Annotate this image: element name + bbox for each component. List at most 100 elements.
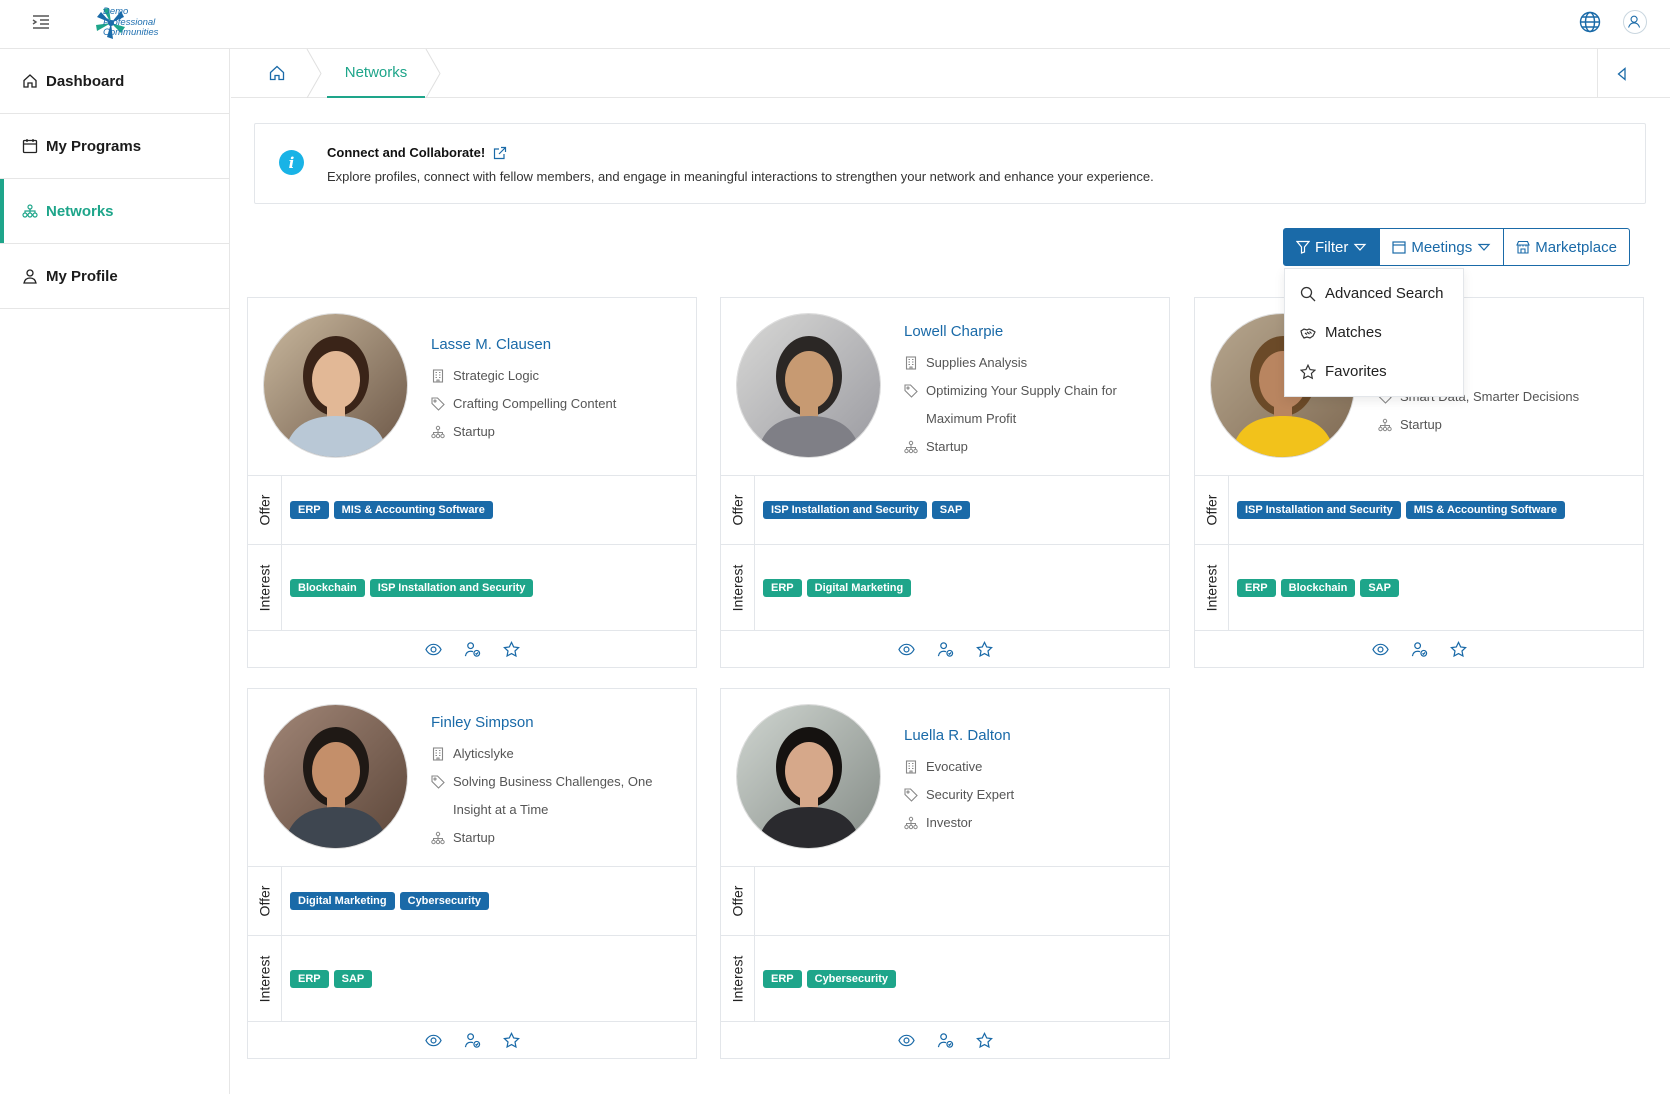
interest-row: Interest Blockchain ISP Installation and S…: [248, 545, 696, 631]
user-icon: [23, 269, 37, 284]
sidebar-item-dashboard[interactable]: Dashboard: [0, 49, 229, 114]
favorite-star-icon[interactable]: [975, 640, 993, 658]
view-profile-icon[interactable]: [897, 1032, 915, 1049]
logo-line-1: Demo: [103, 6, 129, 17]
offer-label: Offer: [721, 476, 755, 544]
member-name[interactable]: Lowell Charpie: [904, 323, 1149, 340]
favorite-star-icon[interactable]: [502, 1031, 520, 1049]
view-profile-icon[interactable]: [1371, 641, 1389, 658]
connect-user-icon[interactable]: [937, 641, 954, 658]
user-avatar-button[interactable]: [1623, 10, 1647, 34]
offer-label-text: Offer: [729, 885, 746, 917]
menu-item-matches[interactable]: Matches: [1285, 313, 1463, 352]
offer-label: Offer: [721, 867, 755, 935]
menu-item-label: Favorites: [1325, 363, 1387, 380]
interest-label: Interest: [248, 936, 282, 1021]
network-icon: [904, 440, 918, 454]
offer-row: Offer ERP MIS & Accounting Software: [248, 476, 696, 545]
offer-tags: ISP Installation and Security SAP: [755, 476, 1169, 544]
card-header: Lowell Charpie Supplies Analysis Optimizin…: [721, 298, 1169, 476]
tag-icon: [904, 788, 918, 802]
calendar-icon: [1392, 241, 1406, 254]
sidebar-item-my-profile[interactable]: My Profile: [0, 244, 229, 309]
sidebar-item-label: My Programs: [46, 137, 142, 155]
offer-tags: Digital Marketing Cybersecurity: [282, 867, 696, 935]
view-profile-icon[interactable]: [424, 641, 442, 658]
profile-photo: [264, 314, 407, 457]
avatar[interactable]: [264, 705, 407, 848]
interest-tag: ISP Installation and Security: [369, 578, 534, 597]
avatar[interactable]: [737, 705, 880, 848]
home-icon[interactable]: [268, 64, 286, 82]
interest-tag: ERP: [763, 578, 802, 597]
interest-label: Interest: [248, 545, 282, 630]
avatar[interactable]: [264, 314, 407, 457]
collapse-panel-button[interactable]: [1597, 49, 1645, 98]
company: Alyticslyke: [431, 740, 676, 768]
interest-tag: Blockchain: [1280, 578, 1356, 597]
external-link-icon[interactable]: [493, 146, 507, 160]
network-card: Luella R. Dalton Evocative Security Expert…: [720, 688, 1170, 1059]
offer-tag: MIS & Accounting Software: [1405, 501, 1565, 519]
marketplace-button-label: Marketplace: [1535, 238, 1617, 256]
interest-tag: ERP: [1237, 578, 1276, 597]
connect-user-icon[interactable]: [464, 641, 481, 658]
avatar[interactable]: [737, 314, 880, 457]
meetings-button-label: Meetings: [1411, 238, 1473, 256]
meetings-button[interactable]: Meetings: [1380, 228, 1505, 266]
building-icon: [432, 369, 444, 383]
offer-label: Offer: [248, 867, 282, 935]
interest-label-text: Interest: [256, 564, 273, 611]
card-header: Lasse M. Clausen Strategic Logic Crafting …: [248, 298, 696, 476]
offer-row: Offer ISP Installation and Security SAP: [721, 476, 1169, 545]
member-type: Investor: [904, 809, 1014, 837]
member-info: Finley Simpson Alyticslyke Solving Busines…: [431, 714, 676, 852]
interest-tag: ERP: [763, 969, 802, 988]
offer-tag: Cybersecurity: [399, 892, 489, 910]
member-info: Lowell Charpie Supplies Analysis Optimizin…: [904, 323, 1149, 461]
interest-row: Interest ERP SAP: [248, 936, 696, 1022]
offer-label-text: Offer: [1203, 494, 1220, 526]
filter-button[interactable]: Filter: [1283, 228, 1381, 266]
member-type-text: Investor: [926, 815, 973, 830]
card-header: Finley Simpson Alyticslyke Solving Busines…: [248, 689, 696, 867]
tag-icon: [904, 384, 918, 398]
member-name[interactable]: Lasse M. Clausen: [431, 336, 616, 353]
favorite-star-icon[interactable]: [502, 640, 520, 658]
menu-item-advanced-search[interactable]: Advanced Search: [1285, 274, 1463, 313]
network-icon: [904, 816, 918, 830]
profile-photo: [737, 705, 880, 848]
network-icon: [431, 831, 445, 845]
globe-icon[interactable]: [1579, 11, 1601, 33]
member-name[interactable]: Luella R. Dalton: [904, 727, 1014, 744]
interest-tags: ERP Digital Marketing: [755, 545, 1169, 630]
interest-tag: ERP: [290, 969, 329, 988]
member-name[interactable]: Finley Simpson: [431, 714, 676, 731]
sidebar-item-label: Dashboard: [46, 72, 125, 90]
company: Evocative: [904, 753, 1014, 781]
interest-tag: SAP: [333, 969, 373, 988]
sidebar-item-networks[interactable]: Networks: [0, 179, 229, 244]
view-profile-icon[interactable]: [897, 641, 915, 658]
card-actions: [248, 1022, 696, 1058]
offer-tag: MIS & Accounting Software: [333, 501, 493, 519]
connect-user-icon[interactable]: [937, 1032, 954, 1049]
profile-photo: [264, 705, 407, 848]
connect-user-icon[interactable]: [464, 1032, 481, 1049]
marketplace-button[interactable]: Marketplace: [1504, 228, 1630, 266]
member-type-text: Startup: [926, 439, 968, 454]
interest-tags: ERP SAP: [282, 936, 696, 1021]
favorite-star-icon[interactable]: [1449, 640, 1467, 658]
tagline-text: Solving Business Challenges, One Insight…: [453, 774, 653, 817]
breadcrumb-current[interactable]: Networks: [327, 49, 425, 98]
favorite-star-icon[interactable]: [975, 1031, 993, 1049]
view-profile-icon[interactable]: [424, 1032, 442, 1049]
calendar-icon: [22, 139, 38, 154]
building-icon: [905, 760, 917, 774]
menu-toggle-icon[interactable]: [32, 14, 50, 30]
sidebar-item-my-programs[interactable]: My Programs: [0, 114, 229, 179]
menu-item-label: Advanced Search: [1325, 285, 1444, 302]
connect-user-icon[interactable]: [1411, 641, 1428, 658]
menu-item-favorites[interactable]: Favorites: [1285, 352, 1463, 391]
card-header: Luella R. Dalton Evocative Security Expert…: [721, 689, 1169, 867]
